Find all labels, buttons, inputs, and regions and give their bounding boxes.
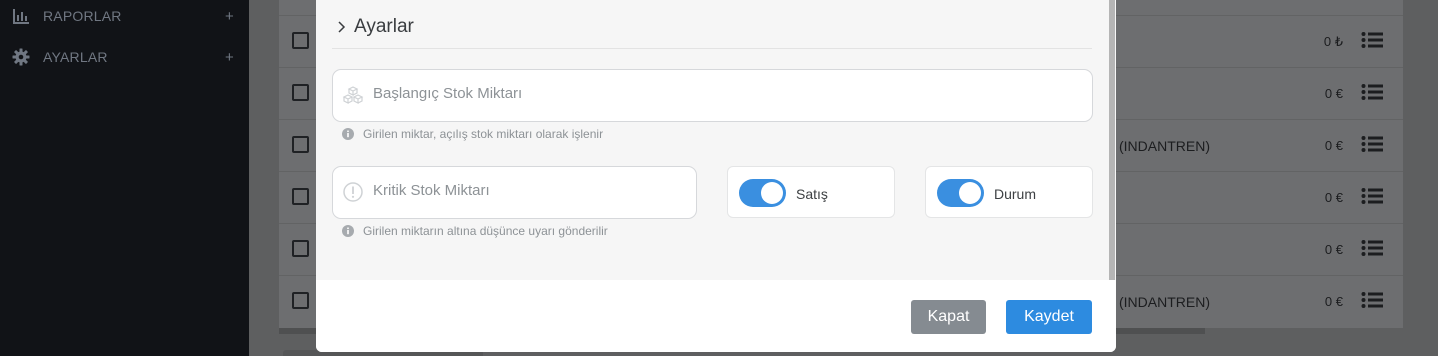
list-icon[interactable]	[1361, 239, 1383, 257]
sidebar-item-raporlar[interactable]: RAPORLAR +	[0, 0, 249, 36]
list-icon[interactable]	[1361, 135, 1383, 153]
row-checkbox[interactable]	[292, 84, 309, 101]
critical-stock-input[interactable]: Kritik Stok Miktarı	[332, 166, 697, 219]
sidebar-item-label: RAPORLAR	[43, 8, 122, 24]
info-icon	[342, 225, 354, 237]
hint-text: Girilen miktarın altına düşünce uyarı gö…	[363, 224, 608, 238]
hint-text: Girilen miktar, açılış stok miktarı olar…	[363, 127, 604, 141]
sales-toggle[interactable]	[739, 179, 786, 207]
list-icon[interactable]	[1361, 31, 1383, 49]
modal-footer: Kapat Kaydet	[316, 280, 1116, 352]
chevron-right-icon	[338, 21, 346, 33]
row-price: 0 ₺	[1323, 34, 1343, 49]
row-text: (INDANTREN)	[1119, 294, 1210, 310]
sidebar-item-ayarlar[interactable]: AYARLAR +	[0, 37, 249, 77]
toggle-knob	[959, 182, 981, 204]
initial-stock-input[interactable]: Başlangıç Stok Miktarı	[332, 69, 1093, 122]
sales-toggle-box: Satış	[727, 166, 895, 218]
status-toggle-box: Durum	[925, 166, 1093, 218]
info-icon	[342, 128, 354, 140]
row-checkbox[interactable]	[292, 32, 309, 49]
row-checkbox[interactable]	[292, 136, 309, 153]
close-button[interactable]: Kapat	[911, 300, 986, 334]
row-price: 0 €	[1324, 294, 1343, 309]
row-checkbox[interactable]	[292, 240, 309, 257]
plus-icon[interactable]: +	[225, 49, 234, 66]
row-price: 0 €	[1324, 190, 1343, 205]
save-button[interactable]: Kaydet	[1006, 300, 1092, 334]
toggle-knob	[761, 182, 783, 204]
row-price: 0 €	[1324, 242, 1343, 257]
row-checkbox[interactable]	[292, 188, 309, 205]
cubes-icon	[342, 86, 364, 104]
modal-scrollbar[interactable]	[1109, 0, 1115, 280]
bar-chart-icon	[13, 9, 29, 24]
row-price: 0 €	[1324, 86, 1343, 101]
row-text: (INDANTREN)	[1119, 138, 1210, 154]
exclamation-circle-icon	[343, 182, 363, 202]
critical-stock-placeholder: Kritik Stok Miktarı	[373, 182, 490, 199]
initial-stock-hint: Girilen miktar, açılış stok miktarı olar…	[342, 127, 603, 141]
plus-icon[interactable]: +	[225, 8, 234, 25]
sales-toggle-label: Satış	[796, 186, 828, 202]
section-header-ayarlar[interactable]: Ayarlar	[332, 6, 1092, 49]
list-icon[interactable]	[1361, 291, 1383, 309]
status-toggle[interactable]	[937, 179, 984, 207]
list-icon[interactable]	[1361, 83, 1383, 101]
gear-icon	[12, 48, 30, 66]
row-price: 0 €	[1324, 138, 1343, 153]
row-checkbox[interactable]	[292, 292, 309, 309]
list-icon[interactable]	[1361, 187, 1383, 205]
status-toggle-label: Durum	[994, 186, 1037, 202]
sidebar-item-label: AYARLAR	[43, 49, 108, 65]
initial-stock-placeholder: Başlangıç Stok Miktarı	[373, 85, 523, 102]
sidebar: RAPORLAR + AYARLAR +	[0, 0, 249, 356]
modal-body: Ayarlar Başlangıç Stok Miktarı Girilen m…	[316, 0, 1116, 280]
critical-stock-hint: Girilen miktarın altına düşünce uyarı gö…	[342, 224, 608, 238]
section-title: Ayarlar	[354, 16, 414, 37]
modal-dialog: Ayarlar Başlangıç Stok Miktarı Girilen m…	[316, 0, 1116, 352]
